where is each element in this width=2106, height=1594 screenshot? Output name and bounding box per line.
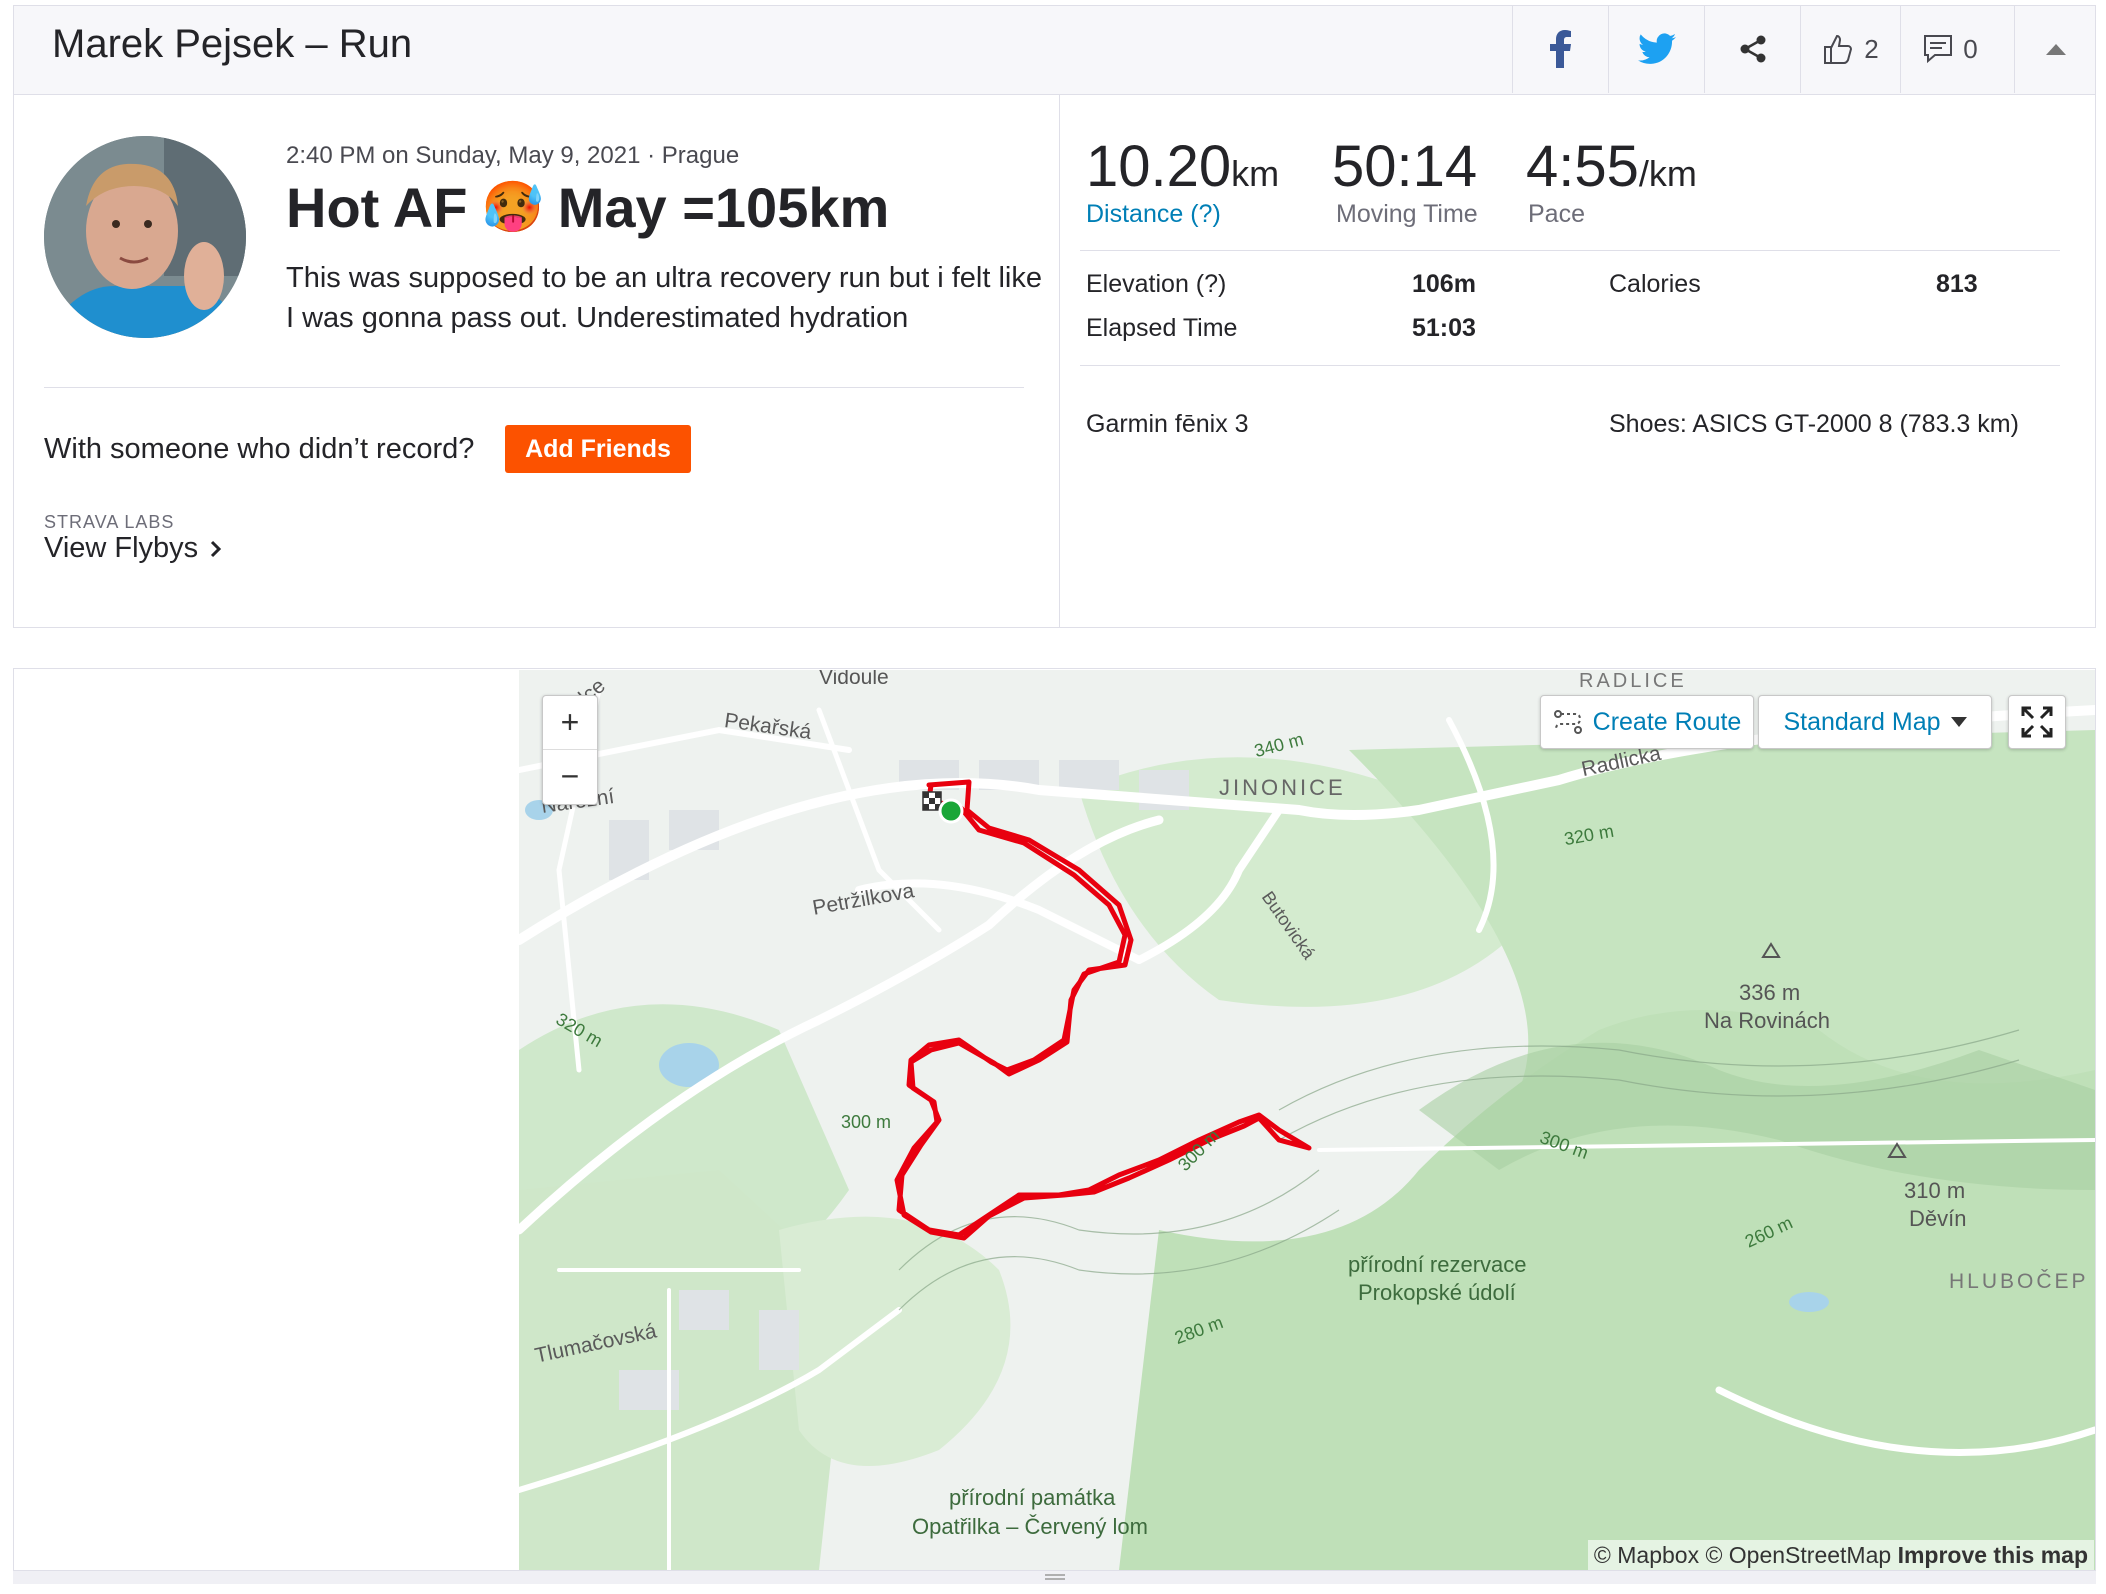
- strava-labs-caption: STRAVA LABS: [44, 512, 175, 532]
- summary-divider: [1059, 95, 1060, 628]
- distance-value: 10.20: [1086, 134, 1232, 199]
- pace-stat: 4:55/km: [1526, 133, 1697, 200]
- fullscreen-icon: [2021, 706, 2053, 738]
- activity-meta: 2:40 PM on Sunday, May 9, 2021 · Prague: [286, 142, 740, 169]
- start-marker-icon: [938, 798, 964, 824]
- comments-count: 0: [1963, 33, 1978, 64]
- distance-unit: km: [1231, 153, 1280, 194]
- map-label: 336 m: [1739, 980, 1801, 1005]
- share-facebook-button[interactable]: [1512, 5, 1608, 93]
- collapse-button[interactable]: [2014, 5, 2096, 93]
- map-type-label: Standard Map: [1783, 707, 1941, 736]
- caret-up-icon: [2045, 44, 2066, 55]
- map-resize-handle[interactable]: [13, 1570, 2096, 1584]
- distance-stat: 10.20km: [1086, 133, 1279, 200]
- distance-label[interactable]: Distance (?): [1086, 200, 1221, 229]
- moving-time-stat: 50:14: [1332, 133, 1477, 200]
- share-button[interactable]: [1704, 5, 1800, 93]
- hot-face-emoji: 🥵: [481, 179, 544, 235]
- map-type-select[interactable]: Standard Map: [1758, 695, 1992, 749]
- pace-label: Pace: [1528, 200, 1585, 228]
- caret-down-icon: [1950, 717, 1967, 727]
- view-flybys-link[interactable]: View Flybys: [44, 532, 222, 565]
- chevron-right-icon: [211, 540, 222, 557]
- elevation-label[interactable]: Elevation (?): [1086, 270, 1226, 299]
- shoes-info: Shoes: ASICS GT-2000 8 (783.3 km): [1609, 410, 2019, 438]
- avatar[interactable]: [44, 136, 246, 338]
- elapsed-time-value: 51:03: [1412, 314, 1476, 342]
- view-flybys-label: View Flybys: [44, 532, 199, 564]
- attribution-text[interactable]: © Mapbox © OpenStreetMap: [1594, 1542, 1891, 1568]
- map-label: Opatřilka – Červený lom: [912, 1514, 1148, 1539]
- fullscreen-button[interactable]: [2008, 695, 2066, 749]
- comment-icon: [1924, 35, 1953, 64]
- zoom-in-button[interactable]: +: [543, 696, 597, 750]
- share-icon: [1740, 35, 1765, 63]
- activity-title: Hot AF 🥵 May =105km: [286, 175, 889, 240]
- pace-unit: /km: [1638, 153, 1697, 194]
- comments-button[interactable]: 0: [1900, 5, 2000, 93]
- create-route-label: Create Route: [1592, 707, 1742, 736]
- with-someone-text: With someone who didn’t record?: [44, 433, 475, 465]
- calories-label: Calories: [1609, 270, 1701, 298]
- map-label: JINONICE: [1219, 775, 1346, 800]
- pace-value: 4:55: [1526, 134, 1639, 199]
- map-label: Prokopské údolí: [1358, 1280, 1516, 1305]
- elevation-value: 106m: [1412, 270, 1476, 298]
- stats-separator-2: [1080, 365, 2060, 366]
- facebook-icon: [1549, 30, 1571, 68]
- grip-icon: [1045, 1574, 1065, 1580]
- summary-separator: [44, 387, 1024, 388]
- map-label: Děvín: [1909, 1206, 1967, 1231]
- map-label: přírodní rezervace: [1348, 1252, 1527, 1277]
- share-twitter-button[interactable]: [1608, 5, 1704, 93]
- map-attribution: © Mapbox © OpenStreetMap Improve this ma…: [1587, 1540, 2094, 1571]
- moving-time-label: Moving Time: [1336, 200, 1478, 228]
- activity-description: This was supposed to be an ultra recover…: [286, 262, 1042, 334]
- twitter-icon: [1637, 33, 1676, 64]
- finish-flag-icon: [922, 791, 942, 811]
- map-label: HLUBOČEP: [1949, 1270, 2089, 1293]
- route-map[interactable]: Vidoule Pekařská lce Nárožní Petržilkova…: [519, 670, 2095, 1570]
- elapsed-time-label: Elapsed Time: [1086, 314, 1238, 342]
- create-route-button[interactable]: Create Route: [1540, 695, 1754, 749]
- map-label: 300 m: [841, 1112, 892, 1132]
- moving-time-value: 50:14: [1332, 134, 1478, 199]
- kudos-button[interactable]: 2: [1800, 5, 1900, 93]
- page-title: Marek Pejsek – Run: [52, 22, 413, 66]
- zoom-out-button[interactable]: −: [543, 750, 597, 803]
- map-label: přírodní památka: [949, 1485, 1116, 1510]
- improve-map-link[interactable]: Improve this map: [1898, 1542, 2088, 1568]
- device-name: Garmin fēnix 3: [1086, 410, 1249, 438]
- thumbs-up-icon: [1824, 34, 1853, 64]
- stats-separator-1: [1080, 250, 2060, 251]
- kudos-count: 2: [1864, 33, 1879, 64]
- activity-title-text-1: Hot AF: [286, 176, 468, 239]
- map-label: Vidoule: [819, 670, 889, 689]
- map-label: Na Rovinách: [1704, 1008, 1830, 1033]
- map-canvas: [519, 670, 2095, 1570]
- zoom-control: + −: [542, 695, 598, 805]
- calories-value: 813: [1936, 270, 1978, 298]
- add-friends-button[interactable]: Add Friends: [505, 425, 691, 473]
- route-icon: [1553, 710, 1582, 734]
- map-label: RADLICE: [1579, 670, 1687, 692]
- map-label: 310 m: [1904, 1178, 1966, 1203]
- activity-title-text-2: May =105km: [557, 176, 890, 239]
